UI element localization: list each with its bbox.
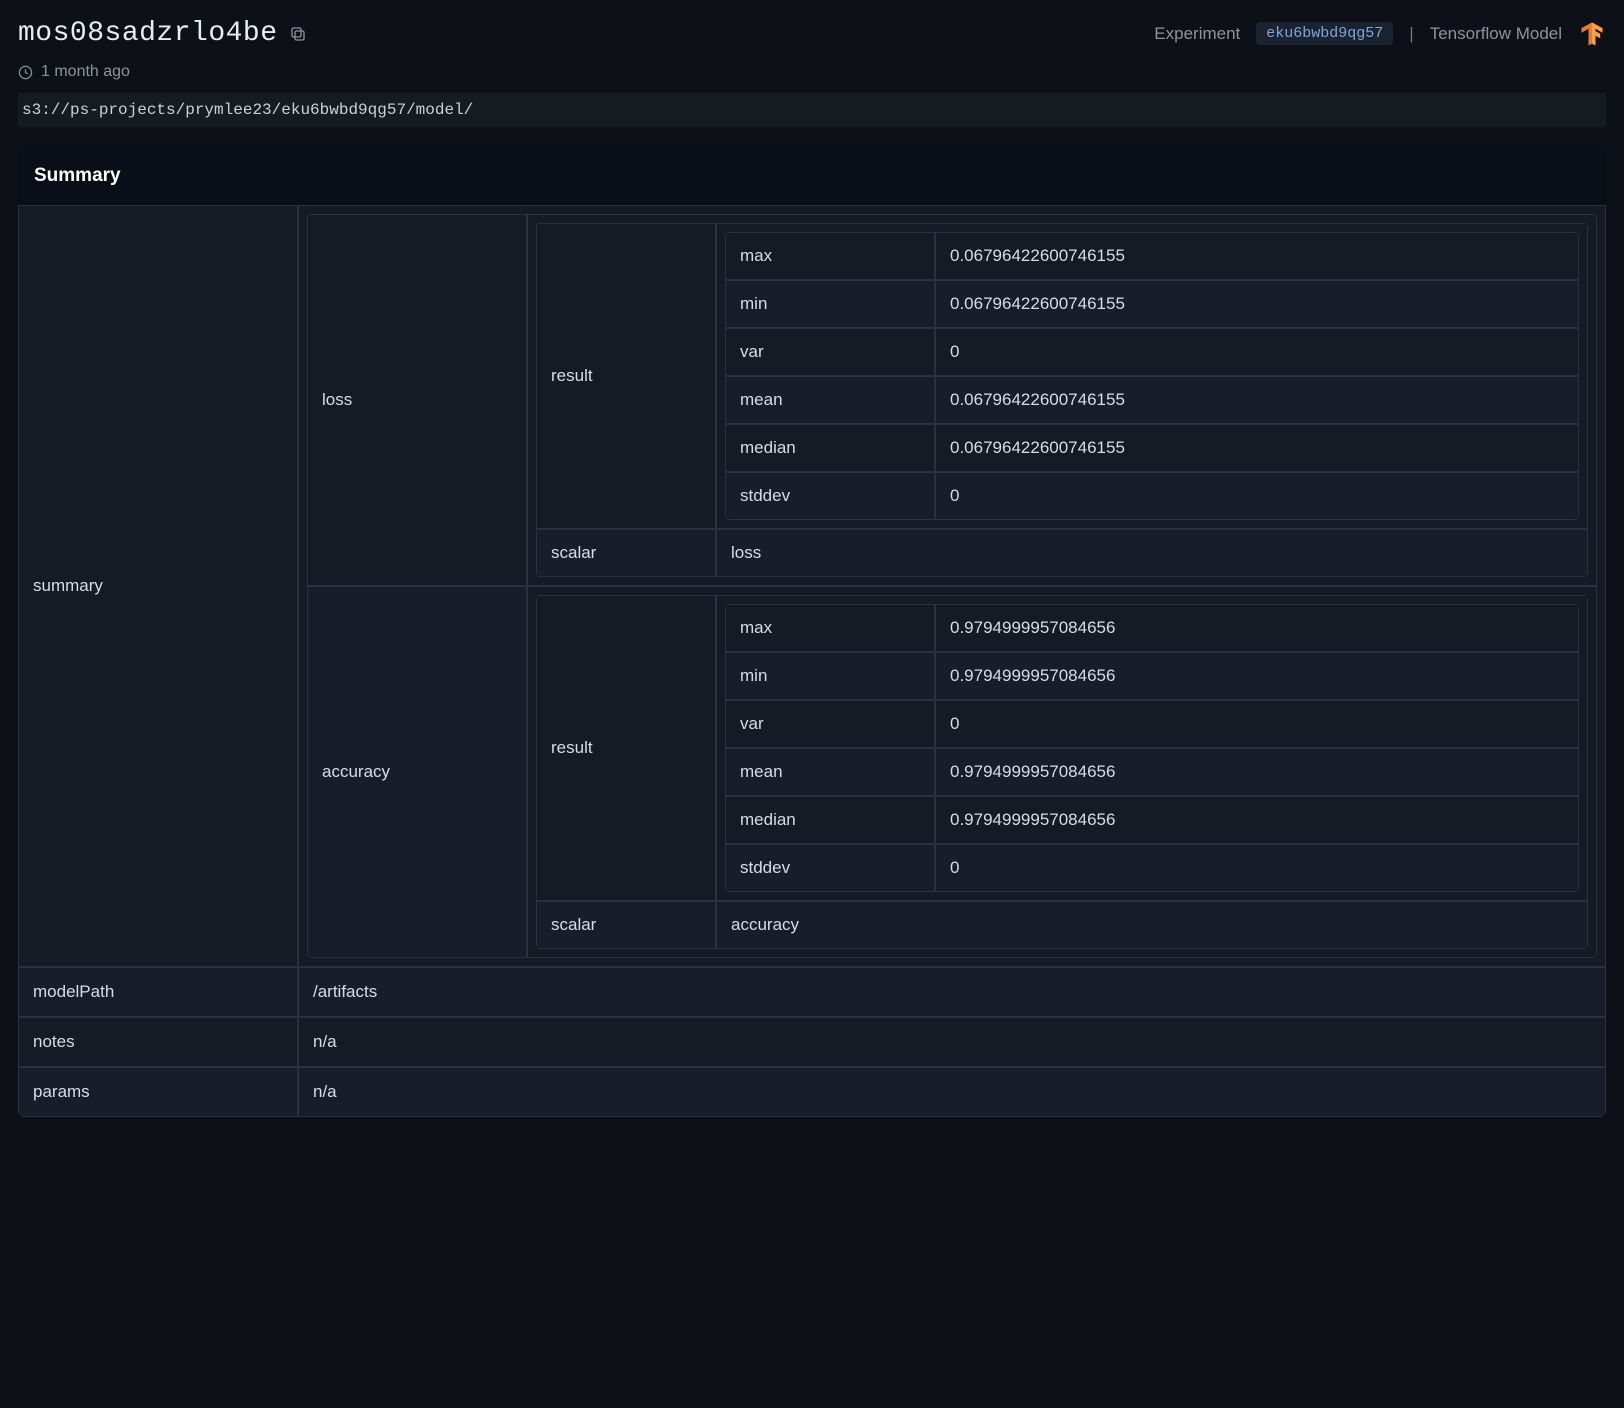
table-row-metric-loss: loss result max0.06796422600746155 mi	[307, 214, 1597, 586]
stat-value: 0	[935, 328, 1579, 376]
cell-result-label: result	[536, 595, 716, 901]
stat-value: 0.9794999957084656	[935, 652, 1579, 700]
stat-value: 0.9794999957084656	[935, 748, 1579, 796]
stat-key: median	[725, 796, 935, 844]
stat-key: median	[725, 424, 935, 472]
table-row-params: params n/a	[18, 1067, 1606, 1117]
experiment-id-pill[interactable]: eku6bwbd9qg57	[1256, 22, 1393, 45]
table-row-stat: stddev0	[725, 844, 1579, 892]
cell-key: notes	[18, 1017, 298, 1067]
cell-value: /artifacts	[298, 967, 1606, 1017]
cell-summary-label: summary	[18, 205, 298, 967]
table-row-stat: min0.9794999957084656	[725, 652, 1579, 700]
metric-detail-table: result max0.9794999957084656 min0.979499…	[536, 595, 1588, 949]
metric-detail-table: result max0.06796422600746155 min0.06796…	[536, 223, 1588, 577]
table-row-stat: max0.06796422600746155	[725, 232, 1579, 280]
stat-key: mean	[725, 376, 935, 424]
stat-key: min	[725, 280, 935, 328]
table-row-stat: var0	[725, 328, 1579, 376]
cell-result-label: result	[536, 223, 716, 529]
table-row-stat: var0	[725, 700, 1579, 748]
header-meta: Experiment eku6bwbd9qg57 | Tensorflow Mo…	[1154, 20, 1606, 48]
summary-card: Summary summary loss resu	[18, 147, 1606, 1117]
stat-value: 0.06796422600746155	[935, 424, 1579, 472]
stat-value: 0	[935, 700, 1579, 748]
cell-scalar-label: scalar	[536, 529, 716, 577]
stat-value: 0.9794999957084656	[935, 604, 1579, 652]
cell-scalar-label: scalar	[536, 901, 716, 949]
table-row-stat: median0.06796422600746155	[725, 424, 1579, 472]
table-row-stat: mean0.06796422600746155	[725, 376, 1579, 424]
cell-key: modelPath	[18, 967, 298, 1017]
stat-value: 0	[935, 472, 1579, 520]
stat-value: 0.9794999957084656	[935, 796, 1579, 844]
clock-icon	[18, 65, 33, 80]
cell-result-value: max0.9794999957084656 min0.9794999957084…	[716, 595, 1588, 901]
stat-value: 0.06796422600746155	[935, 232, 1579, 280]
stat-value: 0.06796422600746155	[935, 376, 1579, 424]
timestamp-row: 1 month ago	[18, 63, 1606, 81]
table-row-stat: min0.06796422600746155	[725, 280, 1579, 328]
model-type-label: Tensorflow Model	[1430, 24, 1562, 44]
vertical-divider: |	[1409, 24, 1413, 44]
stat-key: max	[725, 604, 935, 652]
metrics-table: loss result max0.06796422600746155 mi	[307, 214, 1597, 958]
cell-scalar-value: loss	[716, 529, 1588, 577]
cell-key: params	[18, 1067, 298, 1117]
table-row-scalar: scalar accuracy	[536, 901, 1588, 949]
card-header: Summary	[18, 147, 1606, 205]
stat-key: max	[725, 232, 935, 280]
cell-metric-body: result max0.9794999957084656 min0.979499…	[527, 586, 1597, 958]
stat-key: min	[725, 652, 935, 700]
page-title: mos08sadzrlo4be	[18, 18, 278, 49]
stat-key: var	[725, 328, 935, 376]
table-row-modelpath: modelPath /artifacts	[18, 967, 1606, 1017]
title-wrap: mos08sadzrlo4be	[18, 18, 306, 49]
cell-metric-body: result max0.06796422600746155 min0.06796…	[527, 214, 1597, 586]
stats-table: max0.9794999957084656 min0.9794999957084…	[725, 604, 1579, 892]
table-row-scalar: scalar loss	[536, 529, 1588, 577]
table-row-stat: stddev0	[725, 472, 1579, 520]
table-row-metric-accuracy: accuracy result max0.9794999957084656	[307, 586, 1597, 958]
cell-metric-name: loss	[307, 214, 527, 586]
table-row-summary: summary loss result	[18, 205, 1606, 967]
storage-path: s3://ps-projects/prymlee23/eku6bwbd9qg57…	[18, 93, 1606, 127]
stat-key: var	[725, 700, 935, 748]
page-header: mos08sadzrlo4be Experiment eku6bwbd9qg57…	[18, 18, 1606, 49]
stat-value: 0.06796422600746155	[935, 280, 1579, 328]
table-row-notes: notes n/a	[18, 1017, 1606, 1067]
cell-metric-name: accuracy	[307, 586, 527, 958]
summary-table-root: summary loss result	[18, 205, 1606, 1117]
cell-summary-value: loss result max0.06796422600746155 mi	[298, 205, 1606, 967]
cell-value: n/a	[298, 1067, 1606, 1117]
table-row-stat: mean0.9794999957084656	[725, 748, 1579, 796]
table-row-result: result max0.06796422600746155 min0.06796…	[536, 223, 1588, 529]
table-row-result: result max0.9794999957084656 min0.979499…	[536, 595, 1588, 901]
cell-value: n/a	[298, 1017, 1606, 1067]
stat-value: 0	[935, 844, 1579, 892]
cell-result-value: max0.06796422600746155 min0.067964226007…	[716, 223, 1588, 529]
tensorflow-icon	[1578, 20, 1606, 48]
stats-table: max0.06796422600746155 min0.067964226007…	[725, 232, 1579, 520]
table-row-stat: median0.9794999957084656	[725, 796, 1579, 844]
timestamp-text: 1 month ago	[41, 63, 130, 81]
stat-key: stddev	[725, 472, 935, 520]
table-row-stat: max0.9794999957084656	[725, 604, 1579, 652]
stat-key: stddev	[725, 844, 935, 892]
stat-key: mean	[725, 748, 935, 796]
cell-scalar-value: accuracy	[716, 901, 1588, 949]
copy-icon[interactable]	[290, 26, 306, 42]
experiment-label: Experiment	[1154, 24, 1240, 44]
